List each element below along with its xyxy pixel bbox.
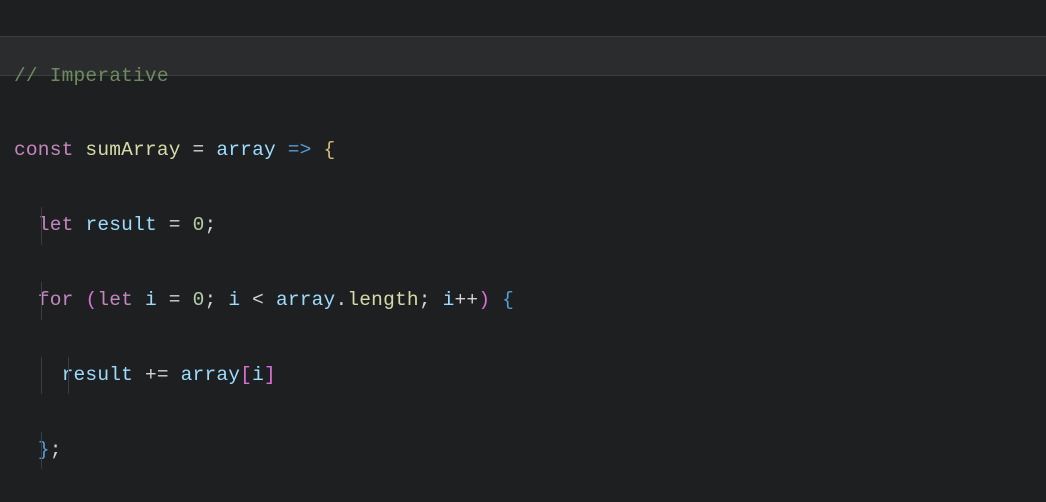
keyword-let: let — [38, 214, 74, 236]
operator: = — [169, 214, 181, 236]
identifier: result — [85, 214, 156, 236]
code-line: // Imperative — [14, 58, 1046, 95]
brace: } — [38, 439, 50, 461]
operator: < — [252, 289, 264, 311]
param: array — [216, 139, 276, 161]
semicolon: ; — [50, 439, 62, 461]
code-line: result += array[i] — [14, 357, 1046, 394]
identifier: array — [181, 364, 241, 386]
identifier: array — [276, 289, 336, 311]
keyword-let: let — [97, 289, 133, 311]
identifier: i — [443, 289, 455, 311]
code-editor[interactable]: // Imperative const sumArray = array => … — [0, 20, 1046, 502]
comment: // Imperative — [14, 65, 169, 87]
number: 0 — [193, 214, 205, 236]
operator: += — [145, 364, 169, 386]
operator: = — [169, 289, 181, 311]
code-line: const sumArray = array => { — [14, 132, 1046, 169]
keyword-const: const — [14, 139, 74, 161]
number: 0 — [193, 289, 205, 311]
identifier: i — [145, 289, 157, 311]
code-line: let result = 0; — [14, 207, 1046, 244]
semicolon: ; — [204, 214, 216, 236]
operator: = — [193, 139, 205, 161]
paren: ( — [85, 289, 97, 311]
property: length — [347, 289, 418, 311]
semicolon: ; — [205, 289, 217, 311]
brace: { — [502, 289, 514, 311]
code-line: }; — [14, 432, 1046, 469]
identifier: i — [228, 289, 240, 311]
arrow: => — [288, 139, 312, 161]
dot: . — [335, 289, 347, 311]
operator: ++ — [455, 289, 479, 311]
identifier: result — [62, 364, 133, 386]
keyword-for: for — [38, 289, 74, 311]
identifier: sumArray — [85, 139, 180, 161]
identifier: i — [252, 364, 264, 386]
bracket: [ — [240, 364, 252, 386]
paren: ) — [478, 289, 490, 311]
code-line: for (let i = 0; i < array.length; i++) { — [14, 282, 1046, 319]
bracket: ] — [264, 364, 276, 386]
brace: { — [324, 139, 336, 161]
semicolon: ; — [419, 289, 431, 311]
